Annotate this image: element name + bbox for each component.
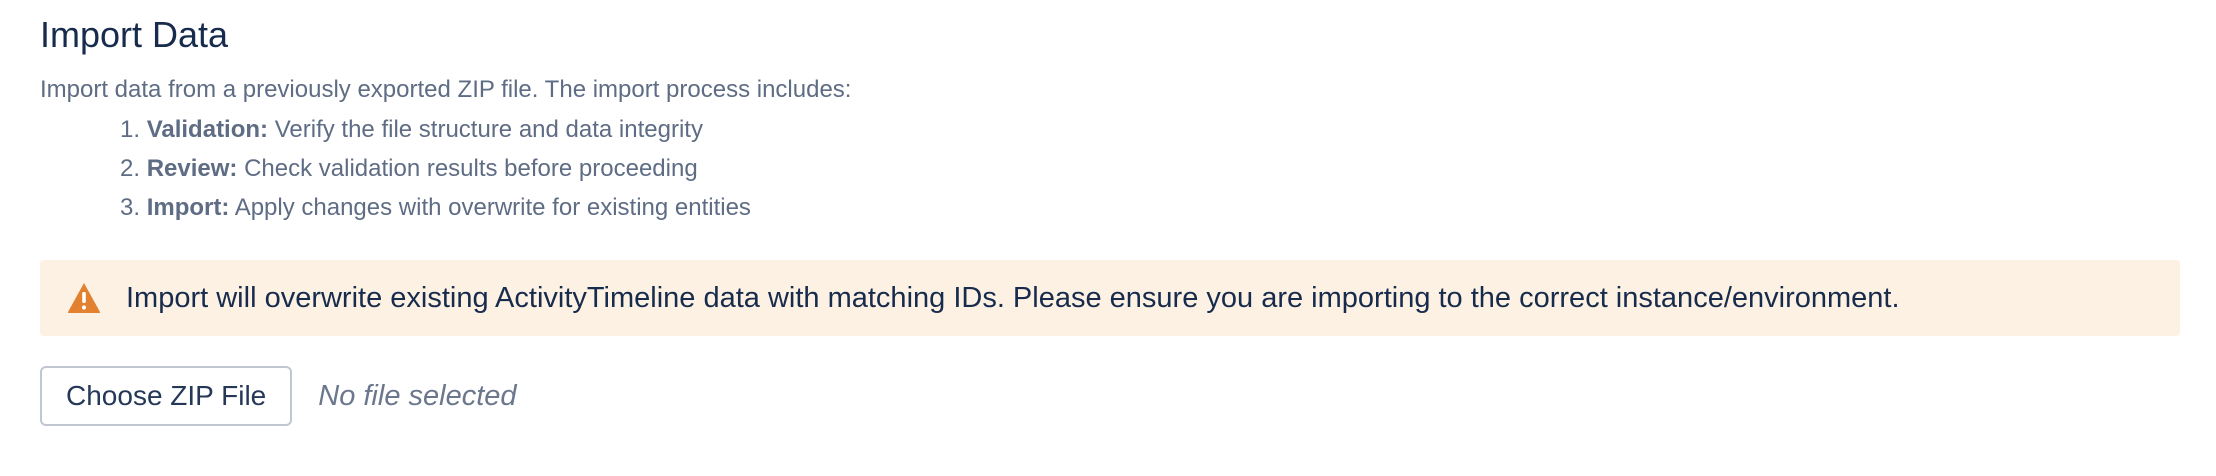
list-item: 3. Import: Apply changes with overwrite … bbox=[120, 188, 2180, 227]
warning-banner: Import will overwrite existing ActivityT… bbox=[40, 260, 2180, 336]
step-number: 3. bbox=[120, 194, 141, 221]
warning-icon bbox=[64, 278, 104, 318]
step-text: Apply changes with overwrite for existin… bbox=[234, 194, 751, 221]
import-steps-list: 1. Validation: Verify the file structure… bbox=[40, 110, 2180, 227]
step-text: Verify the file structure and data integ… bbox=[274, 116, 703, 143]
warning-text: Import will overwrite existing ActivityT… bbox=[126, 282, 1900, 314]
file-picker: Choose ZIP File No file selected bbox=[40, 366, 517, 426]
page-title: Import Data bbox=[40, 14, 229, 55]
choose-zip-file-button[interactable]: Choose ZIP File bbox=[40, 366, 293, 426]
step-number: 2. bbox=[120, 155, 141, 182]
import-data-section: Import Data Import data from a previousl… bbox=[40, 0, 2180, 426]
step-text: Check validation results before proceedi… bbox=[244, 155, 698, 182]
step-label: Import: bbox=[146, 194, 230, 221]
step-label: Validation: bbox=[146, 116, 269, 143]
step-number: 1. bbox=[120, 116, 141, 143]
step-label: Review: bbox=[146, 155, 238, 182]
list-item: 1. Validation: Verify the file structure… bbox=[120, 110, 2180, 149]
list-item: 2. Review: Check validation results befo… bbox=[120, 149, 2180, 188]
intro-text: Import data from a previously exported Z… bbox=[40, 76, 852, 103]
file-status-text: No file selected bbox=[318, 379, 517, 412]
